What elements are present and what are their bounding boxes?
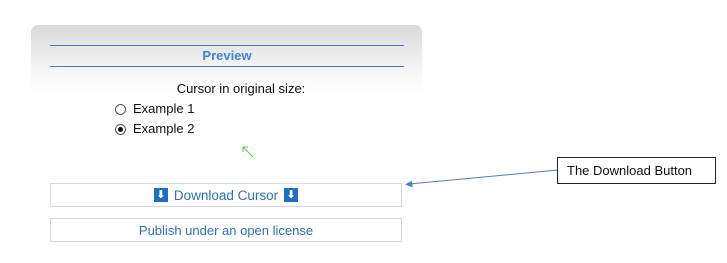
- download-arrow-icon: ⬇: [284, 188, 299, 202]
- example-1-label: Example 1: [133, 101, 195, 116]
- cursor-size-label: Cursor in original size:: [176, 81, 306, 96]
- callout-arrow-icon: [405, 169, 559, 188]
- download-button-callout: The Download Button: [557, 157, 716, 184]
- example-2-option[interactable]: Example 2: [115, 121, 194, 137]
- example-2-label: Example 2: [133, 121, 195, 136]
- cursor-preview-icon: [242, 146, 254, 158]
- publish-license-label: Publish under an open license: [138, 222, 314, 238]
- example-1-radio[interactable]: [115, 103, 126, 115]
- download-arrow-icon: ⬇: [153, 188, 168, 202]
- download-cursor-button[interactable]: ⬇ Download Cursor ⬇: [50, 183, 402, 207]
- example-2-radio[interactable]: [115, 123, 126, 135]
- publish-license-button[interactable]: Publish under an open license: [50, 218, 402, 242]
- preview-heading: Preview: [50, 45, 404, 67]
- download-cursor-label: Download Cursor: [173, 187, 279, 203]
- example-1-option[interactable]: Example 1: [115, 101, 194, 117]
